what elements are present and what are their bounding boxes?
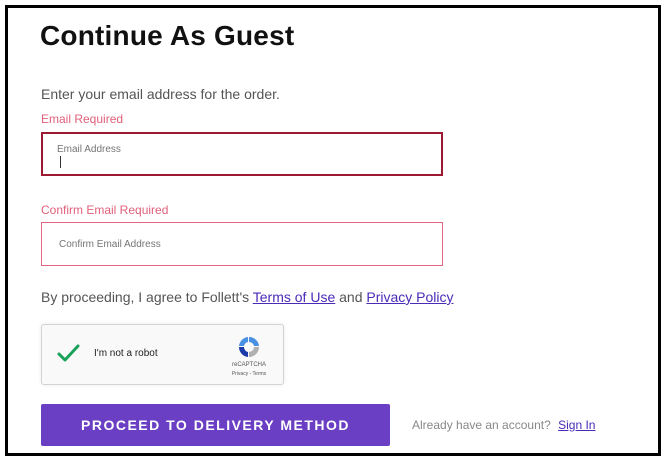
email-field[interactable] xyxy=(43,138,441,160)
confirm-email-field-wrapper xyxy=(41,222,443,266)
text-caret xyxy=(60,156,61,168)
confirm-email-error: Confirm Email Required xyxy=(41,203,169,217)
recaptcha-brand: reCAPTCHA xyxy=(231,362,266,368)
privacy-policy-link[interactable]: Privacy Policy xyxy=(366,289,453,305)
email-error: Email Required xyxy=(41,112,124,126)
captcha-label: I'm not a robot xyxy=(94,348,158,359)
account-prompt: Already have an account? Sign In xyxy=(412,418,595,432)
sign-in-link[interactable]: Sign In xyxy=(558,418,595,432)
agreement-prefix: By proceeding, I agree to Follett's xyxy=(41,289,250,305)
recaptcha-links[interactable]: Privacy - Terms xyxy=(216,371,282,377)
confirm-email-field[interactable] xyxy=(42,223,442,265)
recaptcha-widget: I'm not a robot reCAPTCHA Privacy - Term… xyxy=(41,324,284,385)
recaptcha-logo-icon xyxy=(235,334,263,360)
check-icon[interactable] xyxy=(56,341,80,365)
agreement-text: By proceeding, I agree to Follett's Term… xyxy=(41,289,454,305)
page-title: Continue As Guest xyxy=(40,20,295,51)
agreement-and: and xyxy=(339,289,363,305)
email-field-wrapper xyxy=(41,132,443,176)
proceed-to-delivery-button[interactable]: PROCEED TO DELIVERY METHOD xyxy=(41,404,390,446)
terms-of-use-link[interactable]: Terms of Use xyxy=(253,289,335,305)
intro-text: Enter your email address for the order. xyxy=(41,86,280,102)
guest-checkout-panel: Continue As Guest Enter your email addre… xyxy=(5,5,661,456)
account-prompt-text: Already have an account? xyxy=(412,418,551,432)
